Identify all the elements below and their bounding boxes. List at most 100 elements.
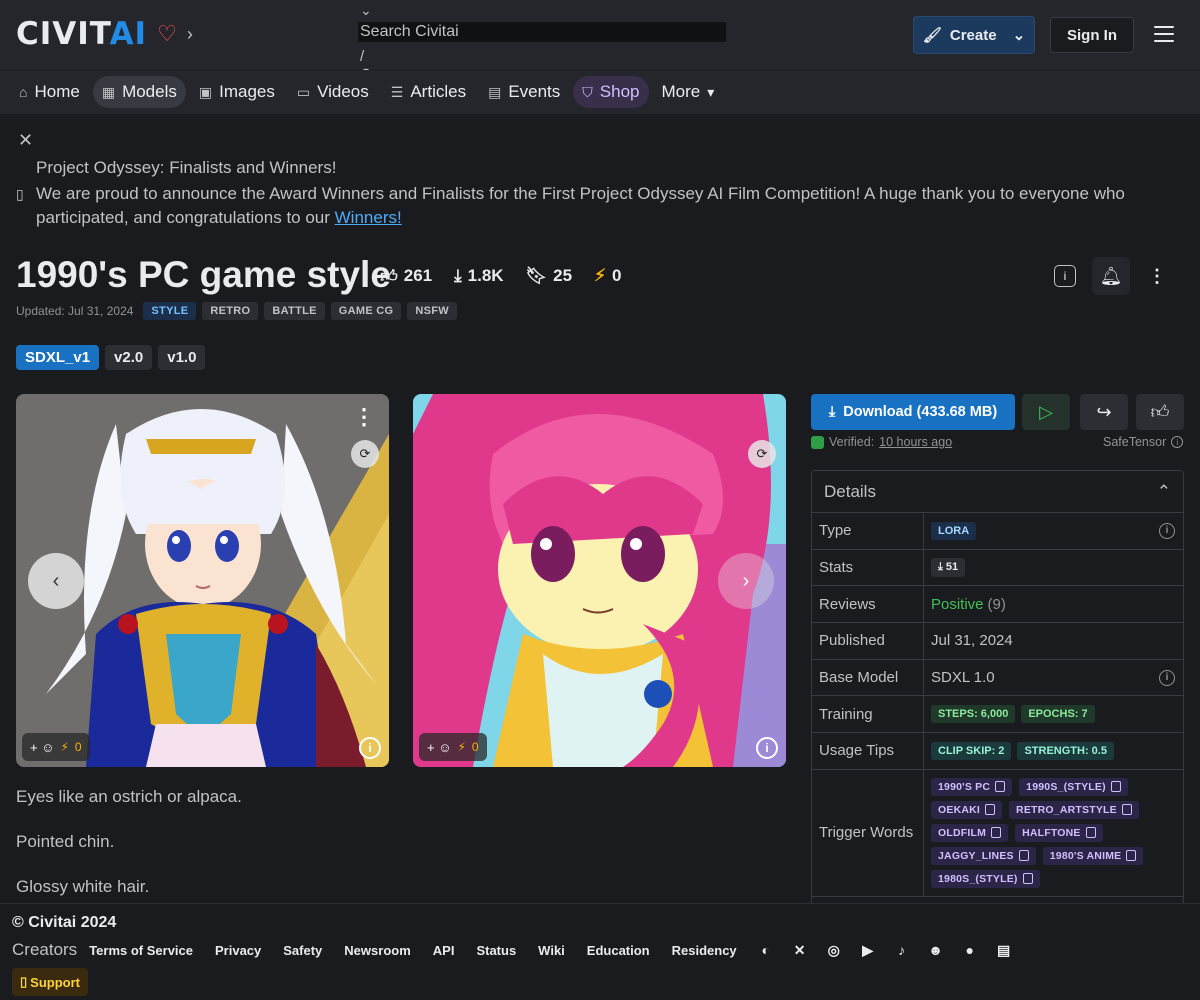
trigger-word[interactable]: RETRO_ARTSTYLE	[1009, 800, 1139, 819]
support-button[interactable]: ▯ Support	[12, 968, 88, 996]
trigger-word[interactable]: OLDFILM	[931, 823, 1009, 842]
article-icon: ☰	[390, 83, 404, 100]
footer-link-creators[interactable]: Creators	[12, 940, 77, 960]
close-icon[interactable]: ✕	[18, 130, 33, 151]
trigger-word[interactable]: JAGGY_LINES	[931, 846, 1036, 865]
copy-icon	[991, 827, 1002, 839]
trigger-word[interactable]: 1980S_(STYLE)	[931, 869, 1040, 888]
reaction-bar[interactable]: + ☺ ⚡︎ 0	[419, 733, 487, 761]
trigger-word[interactable]: HALFTONE	[1015, 823, 1103, 842]
nav-shop[interactable]: ⛉ Shop	[573, 76, 649, 108]
bookmarks-stat[interactable]: 🔖︎ 25	[518, 262, 581, 290]
footer-link-safety[interactable]: Safety	[283, 943, 322, 958]
info-icon[interactable]: i	[359, 737, 381, 759]
nav-models[interactable]: ▦ Models	[92, 76, 186, 108]
info-icon[interactable]: i	[1171, 436, 1184, 448]
nav-images[interactable]: ▣ Images	[190, 76, 284, 108]
run-button[interactable]: ▷	[1022, 394, 1070, 430]
reddit-icon[interactable]: ☻	[927, 941, 945, 959]
version-sdxl-v1[interactable]: SDXL_v1	[16, 345, 100, 370]
reaction-bar[interactable]: + ☺ ⚡︎ 0	[22, 733, 90, 761]
caret-down-icon: ▾	[707, 83, 715, 100]
bolt-icon: ⚡︎	[457, 740, 466, 754]
more-options-button[interactable]: ⋮	[1138, 257, 1176, 295]
reviews-rating[interactable]: Positive	[931, 596, 984, 613]
copy-icon	[1085, 827, 1096, 839]
footer-links: Creators Terms of Service Privacy Safety…	[12, 940, 1013, 960]
footer-link-education[interactable]: Education	[587, 943, 650, 958]
menu-icon[interactable]	[1154, 26, 1174, 42]
tag-nsfw[interactable]: NSFW	[407, 302, 457, 320]
info-icon[interactable]: i	[1159, 669, 1175, 686]
remix-icon[interactable]: ⟳	[351, 440, 379, 468]
tiktok-icon[interactable]: ♪	[893, 941, 911, 959]
trigger-word[interactable]: 1980'S ANIME	[1042, 846, 1144, 865]
footer-link-api[interactable]: API	[433, 943, 455, 958]
tag-battle[interactable]: BATTLE	[264, 302, 325, 320]
trigger-word[interactable]: 1990S_(STYLE)	[1019, 777, 1128, 796]
vertical-dots-icon[interactable]: ⋮	[353, 404, 375, 430]
civitai-logo[interactable]: CIVITAI ♡ ›	[16, 16, 193, 52]
copy-icon	[1018, 850, 1029, 862]
safetensor-label: SafeTensor i	[1103, 435, 1184, 449]
copy-icon	[985, 804, 996, 816]
buzz-stat[interactable]: ⚡︎ 0	[586, 262, 629, 290]
discord-icon[interactable]: ◐	[757, 941, 775, 959]
chevron-up-icon: ⌃	[1156, 481, 1171, 501]
carousel-next-button[interactable]: ›	[718, 553, 774, 609]
nav-articles[interactable]: ☰ Articles	[382, 76, 475, 108]
remix-icon[interactable]: ⟳	[748, 440, 776, 468]
trigger-word[interactable]: 1990'S PC	[931, 777, 1013, 796]
download-button[interactable]: ⤓ Download (433.68 MB)	[811, 394, 1015, 430]
winners-link[interactable]: Winners!	[335, 208, 402, 227]
footer-link-status[interactable]: Status	[476, 943, 516, 958]
footer-link-residency[interactable]: Residency	[672, 943, 737, 958]
announcement-title: Project Odyssey: Finalists and Winners!	[36, 158, 337, 177]
verified-time[interactable]: 10 hours ago	[879, 435, 952, 449]
chevron-right-icon[interactable]: ›	[187, 24, 193, 45]
notify-button[interactable]: 🔔︎	[1092, 257, 1130, 295]
tag-style[interactable]: STYLE	[143, 302, 197, 320]
likes-stat[interactable]: 👍︎ 261	[372, 262, 440, 290]
download-icon: ⤓	[828, 404, 836, 420]
meta-row: Updated: Jul 31, 2024 STYLE RETRO BATTLE…	[16, 302, 457, 320]
grid-icon: ▦	[101, 83, 116, 100]
trigger-word-list: 1990'S PC 1990S_(STYLE) OEKAKI RETRO_ART…	[931, 770, 1171, 896]
share-button[interactable]: ↪	[1080, 394, 1128, 430]
updated-date: Updated: Jul 31, 2024	[16, 304, 134, 318]
version-v2[interactable]: v2.0	[105, 345, 153, 370]
info-icon[interactable]: i	[756, 737, 778, 759]
trigger-word[interactable]: OEKAKI	[931, 800, 1003, 819]
details-header[interactable]: Details ⌃	[812, 471, 1183, 513]
copy-icon	[1022, 873, 1033, 885]
version-v1[interactable]: v1.0	[158, 345, 206, 370]
footer-link-terms[interactable]: Terms of Service	[89, 943, 193, 958]
chevron-down-icon[interactable]: ⌄	[360, 2, 372, 19]
strength-badge: STRENGTH: 0.5	[1017, 741, 1114, 760]
detail-row-stats: Stats ⤓ 51	[812, 549, 1183, 587]
sign-in-button[interactable]: Sign In	[1050, 17, 1134, 53]
version-tabs: SDXL_v1 v2.0 v1.0	[16, 345, 206, 370]
footer-link-privacy[interactable]: Privacy	[215, 943, 261, 958]
heart-icon[interactable]: ♡	[157, 21, 177, 47]
tag-game-cg[interactable]: GAME CG	[330, 302, 402, 320]
footer-link-wiki[interactable]: Wiki	[538, 943, 565, 958]
carousel-prev-button[interactable]: ‹	[28, 553, 84, 609]
nav-home[interactable]: ⌂ Home	[10, 76, 89, 108]
twitch-icon[interactable]: ▤	[995, 941, 1013, 959]
youtube-icon[interactable]: ▶	[859, 941, 877, 959]
tag-retro[interactable]: RETRO	[202, 302, 259, 320]
create-button[interactable]: 🖌 Create ⌄	[913, 16, 1035, 54]
detail-row-trigger-words: Trigger Words 1990'S PC 1990S_(STYLE) OE…	[812, 769, 1183, 897]
github-icon[interactable]: ●	[961, 941, 979, 959]
instagram-icon[interactable]: ◎	[825, 941, 843, 959]
nav-events[interactable]: ▤ Events	[479, 76, 569, 108]
like-button[interactable]: 👍︎	[1136, 394, 1184, 430]
nav-more[interactable]: More ▾	[653, 76, 724, 108]
footer-link-newsroom[interactable]: Newsroom	[344, 943, 410, 958]
search-input[interactable]	[358, 22, 726, 42]
nav-videos[interactable]: ▭ Videos	[288, 76, 378, 108]
info-button[interactable]: i	[1046, 257, 1084, 295]
info-icon[interactable]: i	[1159, 522, 1175, 539]
x-icon[interactable]: ✕	[791, 941, 809, 959]
